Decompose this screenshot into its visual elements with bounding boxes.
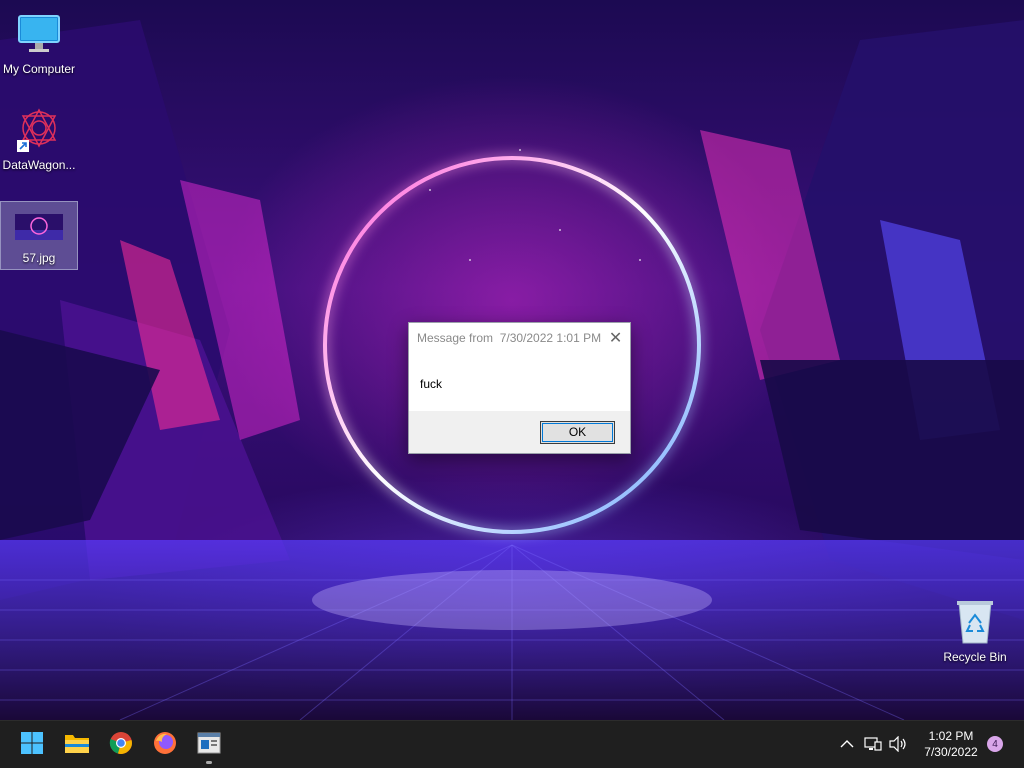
- desktop-icon-label: 57.jpg: [22, 251, 56, 265]
- monitor-icon: [15, 10, 63, 58]
- volume-icon[interactable]: [887, 733, 909, 755]
- network-icon[interactable]: [862, 733, 884, 755]
- desktop-icon-datawagon[interactable]: DataWagon...: [0, 102, 78, 176]
- firefox-icon: [153, 731, 177, 760]
- desktop-icon-label: Recycle Bin: [943, 650, 1007, 664]
- taskbar-chrome[interactable]: [101, 725, 141, 765]
- running-indicator: [206, 761, 212, 764]
- image-file-icon: [15, 206, 63, 247]
- taskbar-firefox[interactable]: [145, 725, 185, 765]
- message-dialog: Message from 7/30/2022 1:01 PM ✕ fuck OK: [408, 322, 631, 454]
- taskbar: [0, 720, 1024, 768]
- clock-date: 7/30/2022: [924, 745, 978, 759]
- folder-icon: [64, 732, 90, 759]
- desktop-icon-57-jpg[interactable]: 57.jpg: [0, 201, 78, 270]
- app-window-icon: [197, 732, 221, 759]
- dialog-footer: OK: [409, 411, 630, 453]
- clock-time: 1:02 PM: [928, 729, 974, 743]
- desktop-icon-label: My Computer: [2, 62, 76, 76]
- dialog-message: fuck: [420, 377, 443, 391]
- desktop-icon-label: DataWagon...: [2, 158, 76, 172]
- show-hidden-icons-chevron-icon[interactable]: [836, 733, 858, 755]
- chrome-icon: [109, 731, 133, 760]
- taskbar-clock[interactable]: 1:02 PM 7/30/2022: [912, 728, 990, 760]
- ok-button[interactable]: OK: [540, 420, 615, 444]
- dialog-body: fuck: [409, 353, 630, 411]
- taskbar-app-window[interactable]: [189, 725, 229, 765]
- desktop-icon-recycle-bin[interactable]: Recycle Bin: [936, 594, 1014, 668]
- notification-badge[interactable]: 4: [987, 736, 1003, 752]
- dialog-titlebar[interactable]: Message from 7/30/2022 1:01 PM ✕: [409, 323, 630, 353]
- desktop-icon-my-computer[interactable]: My Computer: [0, 6, 78, 80]
- recycle-bin-icon: [951, 598, 999, 646]
- dialog-title: Message from 7/30/2022 1:01 PM: [417, 331, 602, 345]
- start-button[interactable]: [12, 725, 52, 765]
- taskbar-file-explorer[interactable]: [57, 725, 97, 765]
- datawagon-logo-icon: [15, 106, 63, 154]
- close-icon[interactable]: ✕: [601, 323, 630, 353]
- windows-start-icon: [20, 731, 44, 760]
